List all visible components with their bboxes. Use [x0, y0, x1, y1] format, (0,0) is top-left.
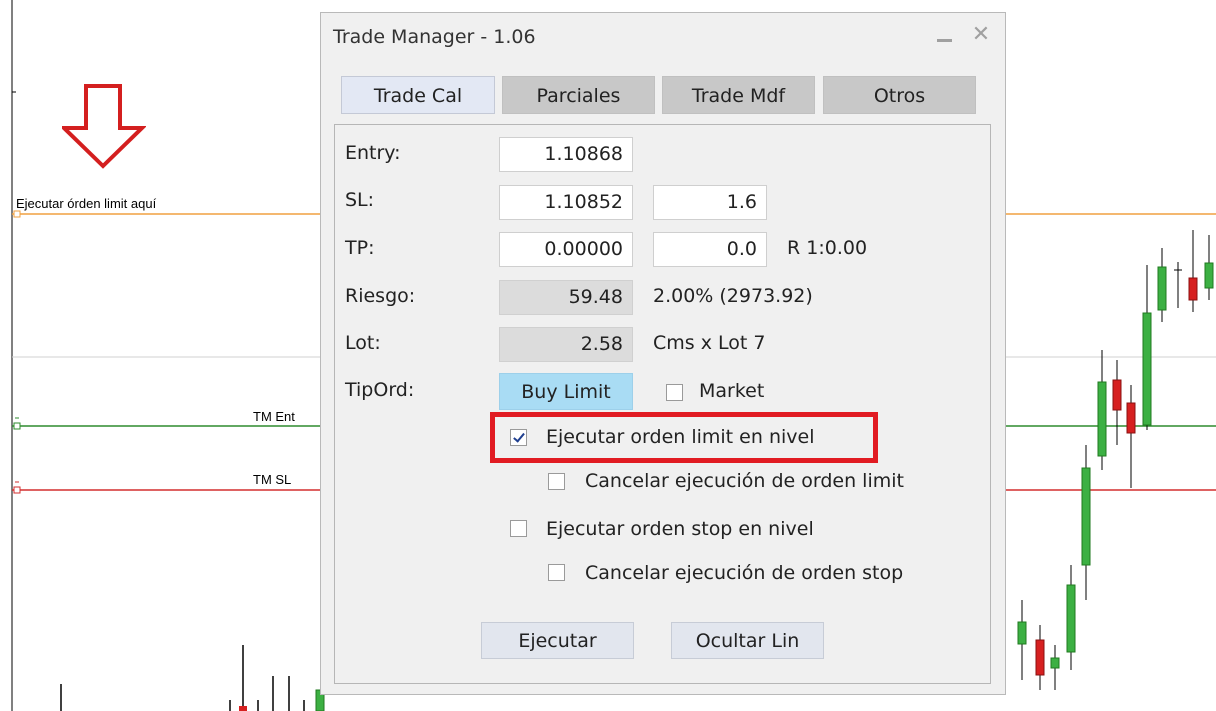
tm-ent-label: TM Ent: [253, 409, 295, 424]
tab-parciales[interactable]: Parciales: [502, 76, 655, 114]
sl-input[interactable]: 1.10852: [499, 185, 633, 220]
cancel-stop-label: Cancelar ejecución de orden stop: [585, 562, 904, 584]
hide-lines-button[interactable]: Ocultar Lin: [671, 622, 824, 659]
market-label: Market: [699, 380, 765, 402]
risk-value-field: 59.48: [499, 280, 633, 315]
down-arrow-icon: [62, 84, 146, 169]
highlight-box: [490, 412, 878, 463]
entry-input[interactable]: 1.10868: [499, 137, 633, 172]
tp-label: TP:: [345, 237, 375, 259]
sl-pips-input[interactable]: 1.6: [653, 185, 767, 220]
execute-button[interactable]: Ejecutar: [481, 622, 634, 659]
title-bar[interactable]: Trade Manager - 1.06 ✕: [321, 13, 1005, 61]
order-type-label: TipOrd:: [345, 379, 415, 401]
candles-right: [1017, 230, 1214, 690]
risk-label: Riesgo:: [345, 285, 416, 307]
tm-ent-handle: [13, 422, 21, 430]
tm-sl-label: TM SL: [253, 472, 292, 487]
lot-label: Lot:: [345, 332, 381, 354]
tab-trade-mdf[interactable]: Trade Mdf: [662, 76, 815, 114]
entry-annotation-label: Ejecutar órden limit aquí: [16, 196, 157, 211]
lot-value-field: 2.58: [499, 327, 633, 362]
order-type-button[interactable]: Buy Limit: [499, 373, 633, 410]
tab-trade-cal[interactable]: Trade Cal: [341, 76, 495, 114]
market-checkbox[interactable]: [666, 384, 683, 401]
cancel-limit-checkbox[interactable]: [548, 473, 565, 490]
entry-label: Entry:: [345, 142, 401, 164]
cancel-stop-checkbox[interactable]: [548, 564, 565, 581]
tp-input[interactable]: 0.00000: [499, 232, 633, 267]
window-title: Trade Manager - 1.06: [333, 26, 536, 48]
tm-sl-handle: [13, 486, 21, 494]
lot-commission-text: Cms x Lot 7: [653, 332, 766, 354]
exec-stop-label: Ejecutar orden stop en nivel: [546, 518, 814, 540]
tp-pips-input[interactable]: 0.0: [653, 232, 767, 267]
close-icon[interactable]: ✕: [967, 21, 995, 49]
sl-label: SL:: [345, 189, 375, 211]
cancel-limit-label: Cancelar ejecución de orden limit: [585, 470, 904, 492]
tp-ratio-text: R 1:0.00: [787, 237, 868, 259]
exec-stop-checkbox[interactable]: [510, 520, 527, 537]
candles-left: [60, 645, 305, 711]
minimize-icon[interactable]: [931, 21, 959, 49]
risk-percent-text: 2.00% (2973.92): [653, 285, 813, 307]
entry-line-handle: [13, 210, 21, 218]
tab-otros[interactable]: Otros: [823, 76, 976, 114]
trade-manager-panel: Trade Manager - 1.06 ✕ Trade Cal Parcial…: [320, 12, 1006, 695]
